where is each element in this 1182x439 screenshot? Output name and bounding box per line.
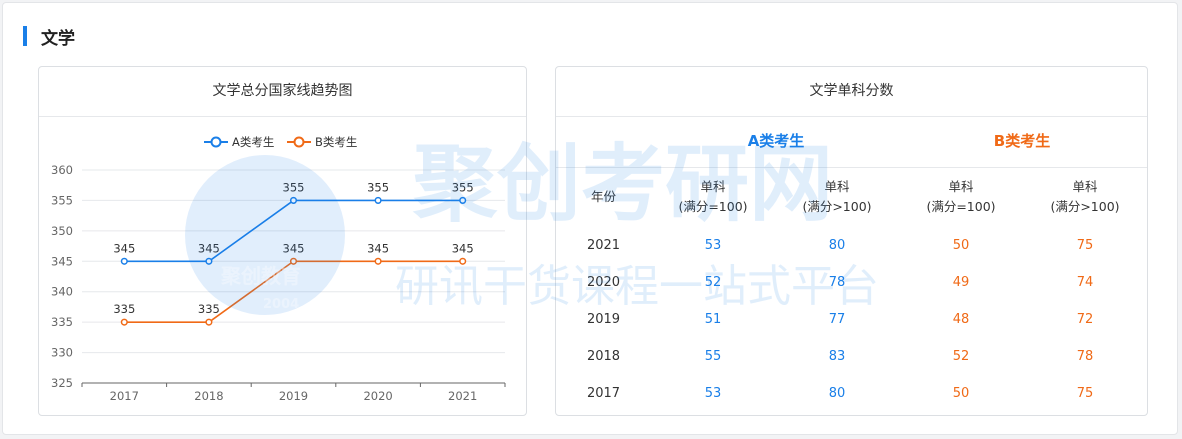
data-label: 355: [367, 180, 389, 194]
cell-b-gt100: 78: [1076, 349, 1094, 364]
group-b-label: B类考生: [993, 132, 1051, 150]
cell-b-gt100: 74: [1076, 275, 1094, 290]
data-point: [205, 318, 213, 326]
chart-card-title: 文学总分国家线趋势图: [39, 67, 526, 117]
legend-swatch-marker: [293, 136, 305, 148]
col-header-b-100: 单科 (满分=100): [926, 179, 996, 214]
cell-b-100: 49: [952, 275, 970, 290]
data-label: 345: [198, 241, 220, 255]
y-tick-label: 345: [51, 254, 73, 268]
cell-a-100: 53: [704, 386, 722, 401]
col-header-a-100: 单科 (满分=100): [678, 179, 748, 214]
x-tick-label: 2018: [194, 389, 223, 403]
cell-a-100: 55: [704, 349, 722, 364]
section-accent-bar: [23, 26, 27, 46]
subject-panel: 文学 文学总分国家线趋势图 325 330 335 340 345 350 355 360 20…: [2, 2, 1178, 435]
cell-a-gt100: 80: [828, 238, 846, 253]
cell-year: 2020: [586, 275, 621, 290]
col-header-a-gt100: 单科 (满分>100): [802, 179, 872, 214]
data-point: [374, 196, 382, 204]
y-tick-label: 325: [51, 376, 73, 390]
x-tick-label: 2021: [448, 389, 477, 403]
data-point: [120, 257, 128, 265]
data-point: [120, 318, 128, 326]
data-label: 335: [198, 302, 220, 316]
data-label: 345: [113, 241, 135, 255]
cell-a-100: 52: [704, 275, 722, 290]
data-label: 345: [452, 241, 474, 255]
x-tick-label: 2019: [279, 389, 308, 403]
data-point: [459, 196, 467, 204]
cell-a-gt100: 80: [828, 386, 846, 401]
table-row: 2018 55 83 52 78: [556, 338, 1147, 375]
cell-b-100: 50: [952, 238, 970, 253]
legend-swatch-marker: [210, 136, 222, 148]
group-a-label: A类考生: [747, 132, 805, 150]
data-point: [289, 196, 298, 204]
cell-year: 2019: [586, 312, 621, 327]
data-label: 355: [283, 180, 305, 194]
col-header-year: 年份: [590, 189, 616, 204]
group-header-row: A类考生 B类考生: [556, 117, 1147, 168]
data-label: 335: [113, 302, 135, 316]
cell-a-gt100: 83: [828, 349, 846, 364]
cell-a-gt100: 78: [828, 275, 846, 290]
cell-b-100: 48: [952, 312, 970, 327]
y-tick-label: 350: [51, 224, 73, 238]
y-tick-label: 360: [51, 163, 73, 177]
data-point: [374, 257, 382, 265]
data-point: [459, 257, 467, 265]
y-tick-label: 335: [51, 315, 73, 329]
x-tick-label: 2020: [363, 389, 392, 403]
data-point: [289, 257, 298, 265]
table-row: 2017 53 80 50 75: [556, 375, 1147, 412]
cell-year: 2018: [586, 349, 621, 364]
trend-chart-card: 文学总分国家线趋势图 325 330 335 340 345 350 355 360 2017 2…: [38, 66, 527, 416]
table-card-title: 文学单科分数: [556, 67, 1147, 117]
cell-b-100: 50: [952, 386, 970, 401]
legend-label: A类考生: [232, 135, 274, 149]
section-header: 文学: [23, 25, 75, 49]
data-label: 345: [367, 241, 389, 255]
legend-label: B类考生: [315, 135, 357, 149]
section-title: 文学: [41, 28, 75, 49]
cell-year: 2021: [586, 238, 621, 253]
cell-b-100: 52: [952, 349, 970, 364]
line-chart: 325 330 335 340 345 350 355 360 2017 2018 2019 2020…: [51, 135, 506, 403]
score-table: 年份 单科 (满分=100) 单科 (满分>100) 单科 (满分=100) 单科 (满…: [556, 167, 1147, 412]
data-label: 345: [283, 241, 305, 255]
table-row: 2021 53 80 50 75: [556, 227, 1147, 264]
col-header-b-gt100: 单科 (满分>100): [1050, 179, 1120, 214]
single-subject-card: 文学单科分数 A类考生 B类考生 年份 单科 (满分=100) 单科 (满分>100…: [555, 66, 1148, 416]
cell-a-100: 53: [704, 238, 722, 253]
table-header-row: 年份 单科 (满分=100) 单科 (满分>100) 单科 (满分=100) 单科 (满…: [556, 167, 1147, 227]
cell-b-gt100: 72: [1076, 312, 1094, 327]
x-tick-label: 2017: [110, 389, 139, 403]
cell-b-gt100: 75: [1076, 386, 1094, 401]
data-point: [205, 257, 213, 265]
data-label: 355: [452, 180, 474, 194]
cell-b-gt100: 75: [1076, 238, 1094, 253]
y-tick-label: 340: [51, 285, 73, 299]
y-tick-label: 355: [51, 193, 73, 207]
y-tick-label: 330: [51, 346, 73, 360]
table-row: 2019 51 77 48 72: [556, 301, 1147, 338]
table-row: 2020 52 78 49 74: [556, 264, 1147, 301]
cell-a-100: 51: [704, 312, 722, 327]
cell-year: 2017: [586, 386, 621, 401]
cell-a-gt100: 77: [828, 312, 846, 327]
